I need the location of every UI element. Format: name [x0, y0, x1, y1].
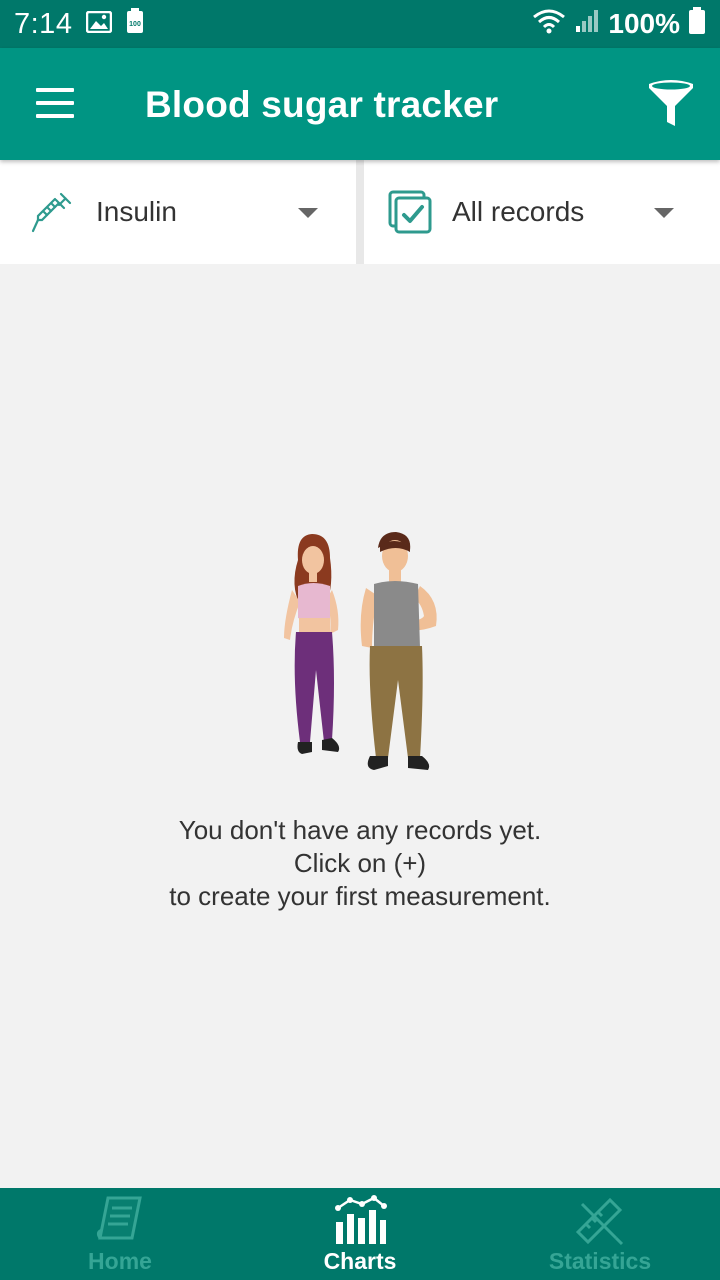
- notes-icon: [92, 1194, 148, 1246]
- nav-label-statistics: Statistics: [548, 1248, 652, 1274]
- wifi-icon: [532, 8, 566, 41]
- nav-item-charts[interactable]: Charts: [240, 1188, 480, 1280]
- status-bar: 7:14 100 100%: [0, 0, 720, 48]
- records-selector-label: All records: [452, 196, 585, 227]
- man-figure: [360, 532, 437, 770]
- ruler-pencil-icon: [572, 1194, 628, 1246]
- empty-state-illustration: [270, 530, 450, 780]
- selector-row: Insulin All records: [0, 160, 720, 264]
- nav-item-home[interactable]: Home: [0, 1188, 240, 1280]
- checkbox-icon: [388, 190, 432, 234]
- svg-text:100: 100: [130, 21, 142, 28]
- page-title: Blood sugar tracker: [145, 84, 499, 125]
- bar-chart-icon: [332, 1194, 388, 1246]
- woman-figure: [284, 534, 340, 754]
- bottom-nav: Home Charts Statistics: [0, 1188, 720, 1280]
- chevron-down-icon: [654, 208, 674, 218]
- nav-item-statistics[interactable]: Statistics: [480, 1188, 720, 1280]
- battery-saver-icon: 100: [126, 7, 144, 41]
- nav-label-charts: Charts: [323, 1248, 397, 1274]
- empty-state-message: You don't have any records yet. Click on…: [60, 814, 660, 913]
- nav-label-home: Home: [88, 1248, 152, 1274]
- empty-state-line-1: You don't have any records yet.: [178, 815, 542, 845]
- records-selector[interactable]: All records: [364, 160, 720, 264]
- syringe-icon: [30, 190, 74, 234]
- empty-state-line-3: to create your first measurement.: [169, 881, 551, 911]
- image-icon: [86, 8, 113, 40]
- type-selector[interactable]: Insulin: [0, 160, 356, 264]
- hamburger-menu-icon[interactable]: [36, 88, 76, 120]
- chevron-down-icon: [298, 208, 318, 218]
- type-selector-label: Insulin: [96, 196, 177, 227]
- battery-percent: 100%: [608, 8, 680, 39]
- filter-icon[interactable]: [646, 78, 696, 130]
- empty-state-line-2: Click on (+): [293, 848, 427, 878]
- signal-icon: [574, 8, 600, 41]
- status-time: 7:14: [14, 7, 73, 40]
- battery-icon: [688, 6, 706, 42]
- app-bar: Blood sugar tracker: [0, 48, 720, 160]
